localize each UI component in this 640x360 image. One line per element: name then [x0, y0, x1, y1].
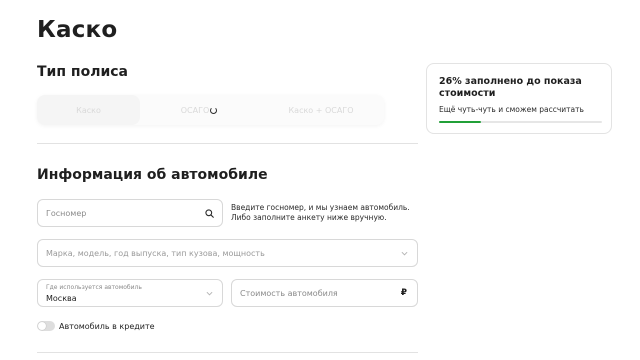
- toggle-knob: [38, 322, 46, 330]
- credit-toggle[interactable]: [37, 321, 55, 331]
- progress-bar: [439, 121, 602, 123]
- car-model-placeholder: Марка, модель, год выпуска, тип кузова, …: [46, 249, 265, 258]
- usage-region-label: Где используется автомобиль: [46, 284, 142, 291]
- progress-bar-fill: [439, 121, 482, 123]
- tab-kasko-label: Каско: [76, 105, 101, 115]
- progress-subtitle: Ещё чуть-чуть и сможем рассчитать: [439, 105, 584, 114]
- tab-kasko[interactable]: Каско: [37, 95, 140, 125]
- ruble-icon: ₽: [400, 288, 407, 298]
- loading-spinner-icon: [210, 106, 218, 114]
- chevron-down-icon: [206, 291, 213, 296]
- usage-region-value: Москва: [46, 294, 77, 303]
- search-icon[interactable]: [205, 209, 214, 218]
- gosnomer-input[interactable]: Госномер: [37, 199, 223, 227]
- car-cost-placeholder: Стоимость автомобиля: [240, 289, 338, 298]
- page-title: Каско: [37, 17, 118, 43]
- tab-osago-label: ОСАГО: [180, 105, 210, 115]
- usage-region-select[interactable]: Где используется автомобиль Москва: [37, 279, 223, 307]
- tab-osago[interactable]: ОСАГО: [140, 95, 258, 125]
- progress-title: 26% заполнено до показа стоимости: [439, 76, 582, 99]
- car-info-heading: Информация об автомобиле: [37, 167, 268, 183]
- policy-type-heading: Тип полиса: [37, 64, 129, 80]
- tab-kasko-osago-label: Каско + ОСАГО: [288, 105, 354, 115]
- section-divider: [37, 143, 418, 144]
- car-cost-input[interactable]: Стоимость автомобиля ₽: [231, 279, 418, 307]
- tab-kasko-osago[interactable]: Каско + ОСАГО: [258, 95, 384, 125]
- gosnomer-hint: Введите госномер, и мы узнаем автомобиль…: [231, 203, 410, 222]
- progress-card: 26% заполнено до показа стоимости Ещё чу…: [426, 63, 612, 134]
- chevron-down-icon: [401, 251, 408, 256]
- policy-type-tabs: Каско ОСАГО Каско + ОСАГО: [37, 95, 384, 125]
- section-divider: [37, 352, 418, 353]
- credit-toggle-label: Автомобиль в кредите: [59, 322, 155, 331]
- car-model-select[interactable]: Марка, модель, год выпуска, тип кузова, …: [37, 239, 418, 267]
- gosnomer-placeholder: Госномер: [46, 209, 87, 218]
